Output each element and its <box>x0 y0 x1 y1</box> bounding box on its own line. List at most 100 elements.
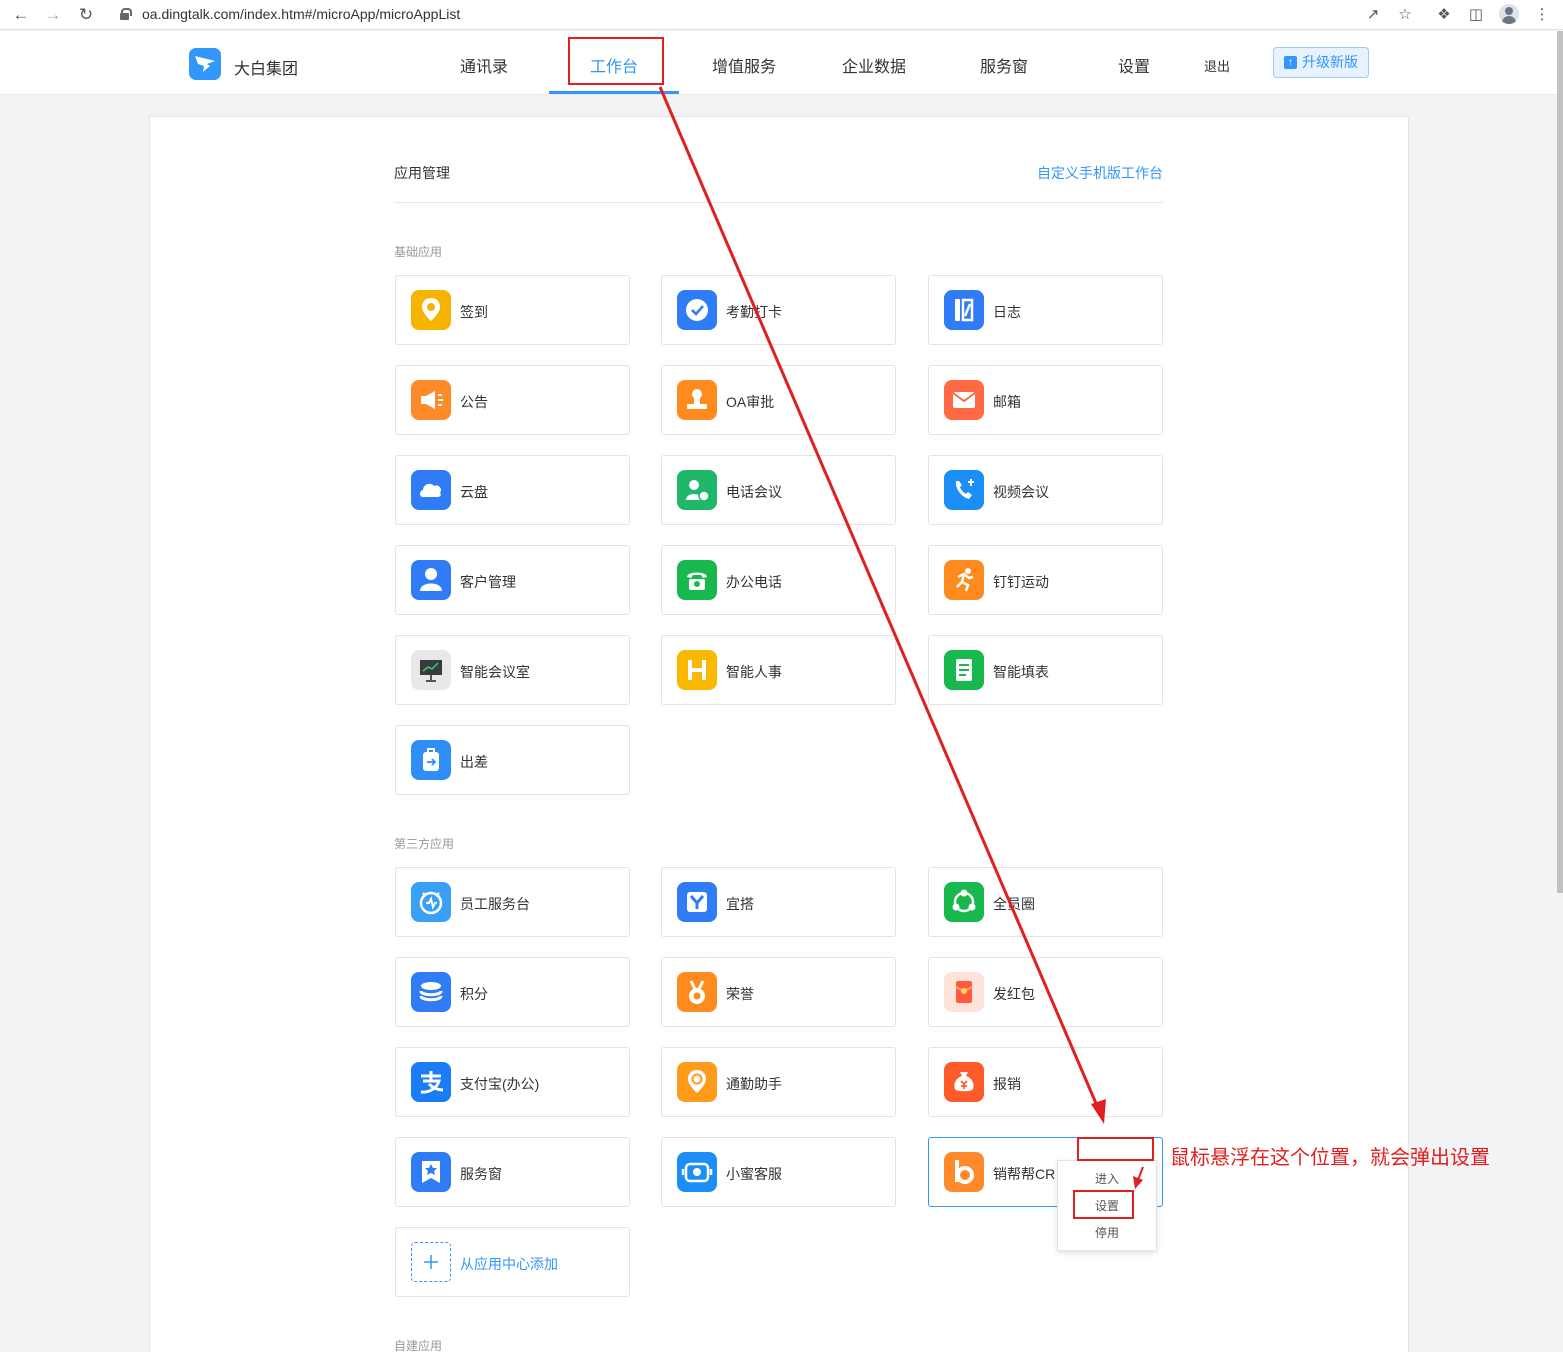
menu-item-disable[interactable]: 停用 <box>1058 1224 1156 1241</box>
section-title-custom: 自建应用 <box>394 1339 443 1352</box>
commute-icon <box>677 1062 717 1102</box>
annotation-box-hover-area <box>1077 1137 1154 1161</box>
nav-service-window[interactable]: 服务窗 <box>980 53 1028 77</box>
url-text: oa.dingtalk.com/index.htm#/microApp/micr… <box>142 6 461 22</box>
logout-link[interactable]: 退出 <box>1204 56 1230 75</box>
cloud-icon <box>411 470 451 510</box>
app-tile[interactable]: 日志 <box>928 275 1163 345</box>
section-title-basic: 基础应用 <box>394 245 443 259</box>
location-pin-icon <box>411 290 451 330</box>
dingtalk-logo-icon[interactable] <box>189 48 221 80</box>
app-tile[interactable]: 签到 <box>395 275 630 345</box>
app-name: 智能会议室 <box>460 664 530 680</box>
app-tile[interactable]: OA审批 <box>661 365 896 435</box>
form-icon <box>944 650 984 690</box>
customer-icon <box>411 560 451 600</box>
share-icon[interactable]: ↗ <box>1363 5 1383 25</box>
section-title-third-party: 第三方应用 <box>394 837 455 851</box>
app-name: 发红包 <box>993 986 1035 1002</box>
luggage-icon <box>411 740 451 780</box>
bookmark-star-icon[interactable]: ☆ <box>1395 5 1415 25</box>
app-name: 积分 <box>460 986 488 1002</box>
app-tile[interactable]: 宜搭 <box>661 867 896 937</box>
app-name: 办公电话 <box>726 574 782 590</box>
app-tile[interactable]: 办公电话 <box>661 545 896 615</box>
service-desk-icon <box>411 882 451 922</box>
app-tile[interactable]: 全员圈 <box>928 867 1163 937</box>
app-name: 服务窗 <box>460 1166 502 1182</box>
more-menu-icon[interactable]: ⋮ <box>1532 5 1552 25</box>
nav-settings[interactable]: 设置 <box>1118 53 1150 77</box>
app-name: 公告 <box>460 394 488 410</box>
annotation-box-settings <box>1073 1190 1134 1219</box>
app-name: 电话会议 <box>726 484 782 500</box>
app-tile[interactable]: 小蜜客服 <box>661 1137 896 1207</box>
app-tile[interactable]: 服务窗 <box>395 1137 630 1207</box>
app-tile[interactable]: 智能填表 <box>928 635 1163 705</box>
menu-item-enter[interactable]: 进入 <box>1058 1170 1156 1187</box>
hr-icon <box>677 650 717 690</box>
app-header: 大白集团 通讯录 工作台 增值服务 企业数据 服务窗 设置 退出 ↑ 升级新版 <box>0 31 1558 95</box>
app-tile[interactable]: 钉钉运动 <box>928 545 1163 615</box>
app-tile[interactable]: 智能人事 <box>661 635 896 705</box>
app-name: 邮箱 <box>993 394 1021 410</box>
upgrade-label: 升级新版 <box>1302 54 1358 70</box>
annotation-text: 鼠标悬浮在这个位置，就会弹出设置 <box>1170 1147 1490 1169</box>
app-name: 销帮帮CR <box>993 1166 1055 1182</box>
running-icon <box>944 560 984 600</box>
app-tile[interactable]: 考勤打卡 <box>661 275 896 345</box>
app-tile[interactable]: 客户管理 <box>395 545 630 615</box>
megaphone-icon <box>411 380 451 420</box>
nav-value-added-services[interactable]: 增值服务 <box>712 53 776 77</box>
app-name: 员工服务台 <box>460 896 530 912</box>
service-window-icon <box>411 1152 451 1192</box>
app-tile[interactable]: 积分 <box>395 957 630 1027</box>
app-tile[interactable]: 云盘 <box>395 455 630 525</box>
app-tile[interactable]: 荣誉 <box>661 957 896 1027</box>
presentation-icon <box>411 650 451 690</box>
app-name: 报销 <box>993 1076 1021 1092</box>
address-bar[interactable]: oa.dingtalk.com/index.htm#/microApp/micr… <box>110 3 1420 27</box>
app-name: 出差 <box>460 754 488 770</box>
app-name: 考勤打卡 <box>726 304 782 320</box>
app-name: 通勤助手 <box>726 1076 782 1092</box>
app-name: 宜搭 <box>726 896 754 912</box>
app-tile[interactable]: 出差 <box>395 725 630 795</box>
money-bag-icon <box>944 1062 984 1102</box>
forward-arrow-icon[interactable]: → <box>43 5 63 25</box>
nav-enterprise-data[interactable]: 企业数据 <box>842 53 906 77</box>
app-tile[interactable]: 员工服务台 <box>395 867 630 937</box>
app-tile[interactable]: 公告 <box>395 365 630 435</box>
app-tile[interactable]: 通勤助手 <box>661 1047 896 1117</box>
app-tile[interactable]: 邮箱 <box>928 365 1163 435</box>
browser-toolbar: ← → ↻ oa.dingtalk.com/index.htm#/microAp… <box>0 0 1563 30</box>
nav-contacts[interactable]: 通讯录 <box>460 53 508 77</box>
page-title: 应用管理 <box>394 165 450 181</box>
annotation-box-workbench <box>568 37 664 85</box>
profile-avatar-icon[interactable] <box>1499 4 1519 24</box>
check-shield-icon <box>677 290 717 330</box>
side-panel-icon[interactable]: ◫ <box>1466 5 1486 25</box>
conference-call-icon <box>677 470 717 510</box>
plus-icon <box>411 1242 451 1282</box>
app-tile[interactable]: 视频会议 <box>928 455 1163 525</box>
add-from-app-center-tile[interactable]: 从应用中心添加 <box>395 1227 630 1297</box>
app-tile[interactable]: 发红包 <box>928 957 1163 1027</box>
extensions-puzzle-icon[interactable]: ❖ <box>1434 5 1454 25</box>
mail-icon <box>944 380 984 420</box>
app-name: 智能人事 <box>726 664 782 680</box>
reload-icon[interactable]: ↻ <box>76 5 96 25</box>
app-tile[interactable]: 报销 <box>928 1047 1163 1117</box>
app-tile[interactable]: 智能会议室 <box>395 635 630 705</box>
page-scrollbar[interactable] <box>1557 31 1563 893</box>
lock-icon <box>120 8 132 20</box>
nav-active-indicator <box>549 91 679 94</box>
back-arrow-icon[interactable]: ← <box>11 5 31 25</box>
upgrade-button[interactable]: ↑ 升级新版 <box>1273 47 1369 78</box>
app-tile[interactable]: 支付宝(办公) <box>395 1047 630 1117</box>
medal-icon <box>677 972 717 1012</box>
app-name: 钉钉运动 <box>993 574 1049 590</box>
telephone-icon <box>677 560 717 600</box>
customize-mobile-workbench-link[interactable]: 自定义手机版工作台 <box>1037 163 1163 183</box>
app-tile[interactable]: 电话会议 <box>661 455 896 525</box>
